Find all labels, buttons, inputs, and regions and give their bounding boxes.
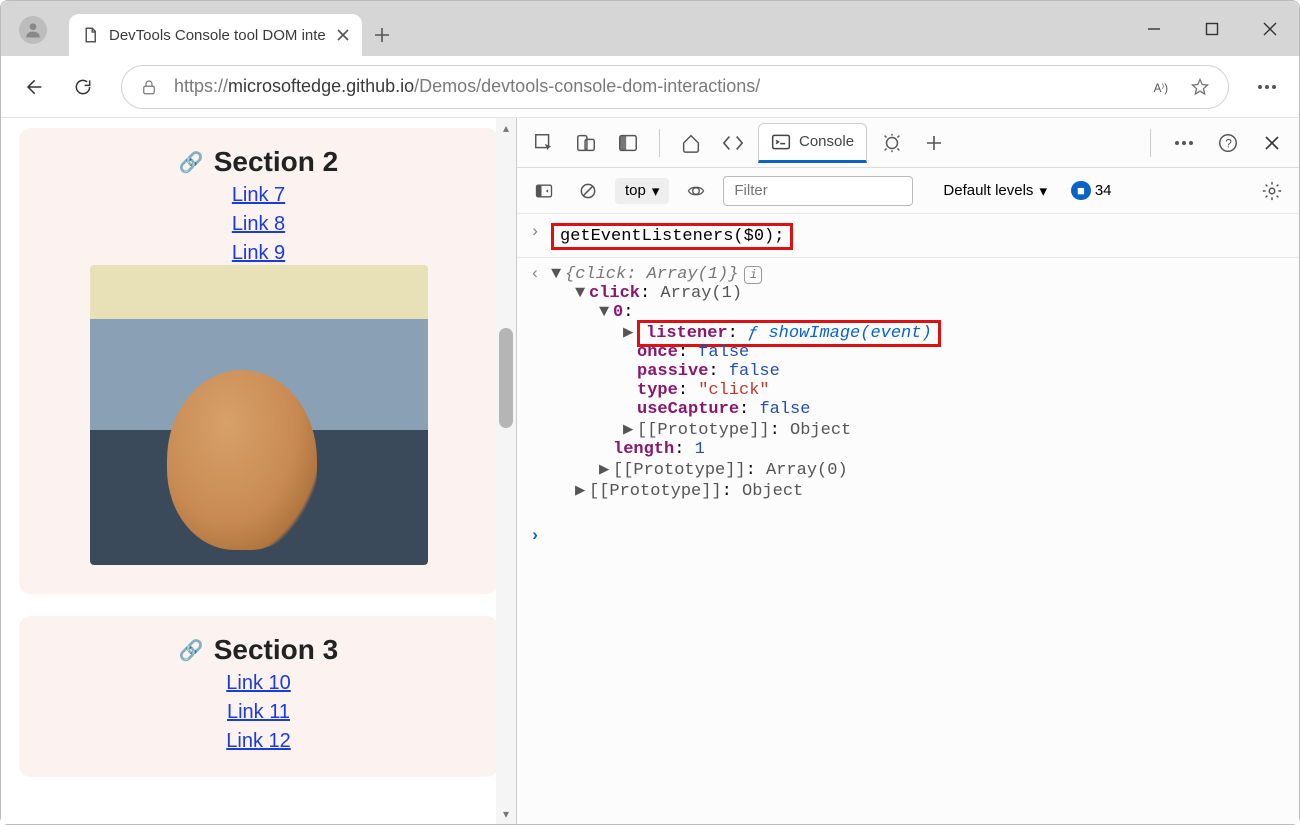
devtools-panel: Console ? top▾ Default levels▾ ■34	[516, 118, 1299, 824]
svg-text:A⁾): A⁾)	[1154, 82, 1169, 95]
browser-toolbar: https://microsoftedge.github.io/Demos/de…	[1, 56, 1299, 118]
browser-titlebar: DevTools Console tool DOM inte	[1, 1, 1299, 56]
window-minimize[interactable]	[1125, 1, 1183, 56]
section-2-image[interactable]	[90, 265, 428, 565]
read-aloud-icon[interactable]: A⁾)	[1152, 77, 1172, 97]
address-bar[interactable]: https://microsoftedge.github.io/Demos/de…	[121, 65, 1229, 109]
info-icon[interactable]: i	[744, 266, 762, 284]
person-icon	[23, 20, 43, 40]
elements-tab-icon[interactable]	[716, 126, 750, 160]
page-scrollbar[interactable]: ▴ ▾	[496, 118, 516, 824]
device-toggle-icon[interactable]	[569, 126, 603, 160]
lock-icon	[140, 78, 158, 96]
window-close[interactable]	[1241, 1, 1299, 56]
link-anchor-icon[interactable]: 🔗	[179, 638, 204, 663]
devtools-tabbar: Console ?	[517, 118, 1299, 168]
section-2-heading: 🔗Section 2	[179, 146, 338, 178]
console-settings-icon[interactable]	[1255, 174, 1289, 208]
issues-counter[interactable]: ■34	[1071, 181, 1112, 200]
browser-tab[interactable]: DevTools Console tool DOM inte	[69, 14, 362, 56]
issue-badge-icon: ■	[1071, 181, 1091, 200]
console-input-text: getEventListeners($0);	[551, 223, 793, 250]
console-output[interactable]: › getEventListeners($0); ‹ ▼{click: Arra…	[517, 214, 1299, 824]
console-tab[interactable]: Console	[758, 123, 867, 163]
window-controls	[1125, 1, 1299, 56]
scroll-up-button[interactable]: ▴	[496, 118, 516, 138]
devtools-close-icon[interactable]	[1255, 126, 1289, 160]
input-prompt-icon: ›	[527, 223, 543, 242]
back-button[interactable]	[11, 65, 55, 109]
section-3-heading: 🔗Section 3	[179, 634, 338, 666]
dock-icon[interactable]	[611, 126, 645, 160]
input-prompt-icon: ›	[527, 527, 543, 546]
console-new-prompt[interactable]: ›	[527, 524, 1289, 549]
link-10[interactable]: Link 10	[37, 672, 480, 695]
link-12[interactable]: Link 12	[37, 730, 480, 753]
link-9[interactable]: Link 9	[37, 242, 480, 265]
refresh-button[interactable]	[61, 65, 105, 109]
tab-title: DevTools Console tool DOM inte	[109, 27, 326, 44]
console-result-row: ‹ ▼{click: Array(1)}i ▼click: Array(1) ▼…	[527, 262, 1289, 504]
more-tabs-icon[interactable]	[917, 126, 951, 160]
favorite-icon[interactable]	[1190, 77, 1210, 97]
link-11[interactable]: Link 11	[37, 701, 480, 724]
welcome-tab-icon[interactable]	[674, 126, 708, 160]
console-filter-bar: top▾ Default levels▾ ■34	[517, 168, 1299, 214]
close-tab-icon[interactable]	[336, 28, 350, 42]
output-prompt-icon: ‹	[527, 265, 543, 284]
section-3-card: 🔗Section 3 Link 10 Link 11 Link 12	[19, 616, 498, 777]
issues-tab-icon[interactable]	[875, 126, 909, 160]
plus-icon	[374, 27, 390, 43]
inspect-element-icon[interactable]	[527, 126, 561, 160]
window-maximize[interactable]	[1183, 1, 1241, 56]
console-icon	[771, 132, 791, 152]
link-anchor-icon[interactable]: 🔗	[179, 150, 204, 175]
page-viewport: 🔗Section 2 Link 7 Link 8 Link 9 🔗Section…	[1, 118, 516, 824]
console-tab-label: Console	[799, 133, 854, 150]
scroll-thumb[interactable]	[499, 328, 513, 428]
help-icon[interactable]: ?	[1211, 126, 1245, 160]
clear-console-icon[interactable]	[571, 174, 605, 208]
link-8[interactable]: Link 8	[37, 213, 480, 236]
devtools-more-icon[interactable]	[1167, 126, 1201, 160]
link-7[interactable]: Link 7	[37, 184, 480, 207]
profile-avatar[interactable]	[19, 16, 47, 44]
svg-text:?: ?	[1225, 136, 1232, 150]
url-text: https://microsoftedge.github.io/Demos/de…	[174, 76, 760, 97]
scroll-down-button[interactable]: ▾	[496, 804, 516, 824]
browser-menu[interactable]	[1245, 84, 1289, 90]
filter-input[interactable]	[723, 176, 913, 206]
section-2-card: 🔗Section 2 Link 7 Link 8 Link 9	[19, 128, 498, 594]
log-levels-selector[interactable]: Default levels▾	[943, 182, 1047, 200]
live-expression-icon[interactable]	[679, 174, 713, 208]
context-selector[interactable]: top▾	[615, 178, 669, 204]
page-icon	[81, 26, 99, 44]
new-tab-button[interactable]	[362, 14, 402, 56]
console-sidebar-toggle-icon[interactable]	[527, 174, 561, 208]
console-input-row: › getEventListeners($0);	[527, 220, 1289, 253]
